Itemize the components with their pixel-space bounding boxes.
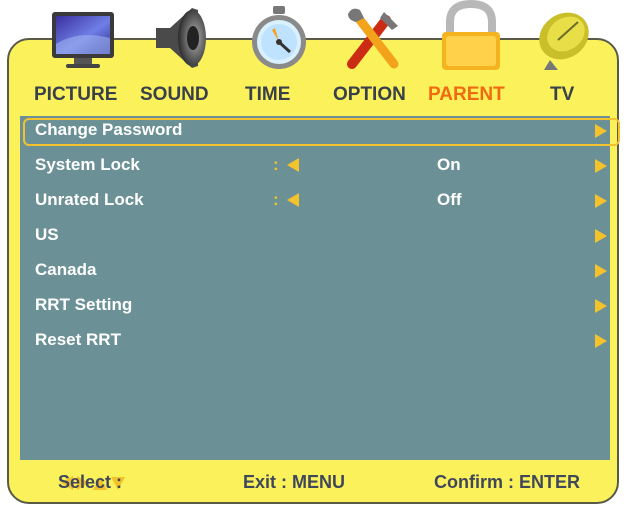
category-tabs: PICTURE SOUND TIME OPTION PARENT TV <box>20 84 610 112</box>
select-hint: Select : <box>58 472 127 493</box>
parent-menu: Change Password System Lock : On Unrated… <box>20 116 620 460</box>
menu-item-label: US <box>35 225 59 244</box>
tab-picture[interactable]: PICTURE <box>34 84 117 106</box>
exit-hint: Exit : MENU <box>243 472 346 492</box>
menu-item-change-password[interactable]: Change Password <box>20 116 620 146</box>
menu-item-system-lock[interactable]: System Lock : On <box>20 151 610 181</box>
menu-item-unrated-lock[interactable]: Unrated Lock : Off <box>20 186 610 216</box>
menu-item-label: RRT Setting <box>35 295 133 314</box>
footer-hints: Select : Exit : MENU Confirm : ENTER <box>20 472 610 500</box>
menu-item-label: Unrated Lock <box>35 190 144 209</box>
menu-item-label: Canada <box>35 260 97 279</box>
menu-item-reset-rrt[interactable]: Reset RRT <box>20 326 610 356</box>
arrow-right-icon[interactable] <box>595 159 607 173</box>
separator-colon: : <box>273 155 279 174</box>
arrow-right-icon <box>595 299 607 313</box>
menu-item-us[interactable]: US <box>20 221 610 251</box>
confirm-hint: Confirm : ENTER <box>434 472 580 492</box>
arrow-right-icon <box>595 229 607 243</box>
menu-item-label: System Lock <box>35 155 140 174</box>
arrow-right-icon <box>595 264 607 278</box>
tab-option[interactable]: OPTION <box>333 84 406 106</box>
menu-item-rrt-setting[interactable]: RRT Setting <box>20 291 610 321</box>
monitor-icon[interactable] <box>48 0 118 74</box>
tools-icon[interactable] <box>338 0 408 74</box>
padlock-icon[interactable] <box>436 0 506 74</box>
menu-item-canada[interactable]: Canada <box>20 256 610 286</box>
tab-parent[interactable]: PARENT <box>428 84 505 106</box>
tab-tv[interactable]: TV <box>550 84 574 106</box>
tab-sound[interactable]: SOUND <box>140 84 209 106</box>
tab-time[interactable]: TIME <box>245 84 290 106</box>
arrow-right-icon <box>595 334 607 348</box>
arrow-left-icon[interactable] <box>287 158 299 172</box>
category-icons <box>0 0 626 78</box>
select-hint-label: Select : <box>58 472 123 492</box>
menu-item-value: Off <box>437 190 462 209</box>
menu-item-value: On <box>437 155 461 174</box>
menu-item-label: Reset RRT <box>35 330 121 349</box>
stopwatch-icon[interactable] <box>244 0 314 74</box>
separator-colon: : <box>273 190 279 209</box>
arrow-left-icon[interactable] <box>287 193 299 207</box>
arrow-right-icon <box>595 124 607 138</box>
arrow-right-icon[interactable] <box>595 194 607 208</box>
speaker-icon[interactable] <box>146 0 216 74</box>
satellite-dish-icon[interactable] <box>530 0 600 74</box>
menu-item-label: Change Password <box>35 120 183 139</box>
